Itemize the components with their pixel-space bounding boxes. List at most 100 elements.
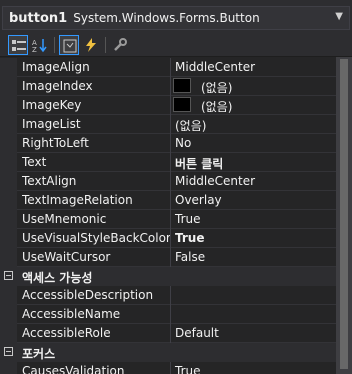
property-toolbar: A Z [0,33,352,57]
row-gutter [0,210,17,229]
property-value[interactable]: Overlay [175,193,222,207]
categorized-icon [12,40,26,51]
property-name: AccessibleName [22,307,121,321]
property-value[interactable]: 버튼 클릭 [175,155,223,172]
column-divider[interactable] [170,191,171,210]
svg-text:Z: Z [32,46,37,53]
properties-icon [63,39,77,53]
property-row-righttoleft[interactable]: RightToLeft No [0,134,336,153]
column-divider[interactable] [170,248,171,267]
column-divider[interactable] [170,77,171,96]
object-name: button1 [9,10,68,26]
row-gutter [0,77,17,96]
column-divider[interactable] [170,172,171,191]
column-divider[interactable] [170,153,171,172]
property-name: CausesValidation [22,364,125,374]
property-value[interactable]: True [175,212,201,226]
property-value[interactable]: MiddleCenter [175,174,255,188]
row-gutter [0,134,17,153]
row-gutter [0,229,17,248]
property-value[interactable]: True [175,364,201,374]
property-name: ImageList [22,117,81,131]
column-divider[interactable] [170,134,171,153]
property-row-usemnemonic[interactable]: UseMnemonic True [0,210,336,229]
property-pages-button[interactable] [110,35,130,55]
row-gutter [0,58,17,77]
property-value[interactable]: (없음) [175,117,206,134]
property-row-usewaitcursor[interactable]: UseWaitCursor False [0,248,336,267]
property-name: TextAlign [22,174,77,188]
column-divider[interactable] [170,362,171,374]
chevron-down-icon[interactable]: ▼ [335,11,343,22]
property-grid: ImageAlign MiddleCenter ImageIndex (없음) Imag… [0,57,336,374]
toolbar-separator [54,37,55,53]
property-row-causesvalidation[interactable]: CausesValidation True [0,362,336,374]
image-preview-swatch [173,78,191,93]
row-gutter [0,248,17,267]
object-selector[interactable]: button1 System.Windows.Forms.Button ▼ [2,6,350,30]
property-name: ImageIndex [22,79,93,93]
property-value[interactable]: MiddleCenter [175,60,255,74]
property-value[interactable]: (없음) [201,79,232,96]
property-name: UseWaitCursor [22,250,111,264]
property-row-usevisualstylebackcolor[interactable]: UseVisualStyleBackColor True [0,229,336,248]
property-row-imageindex[interactable]: ImageIndex (없음) [0,77,336,96]
row-gutter [0,191,17,210]
collapse-toggle-icon[interactable] [4,271,13,280]
property-value[interactable]: False [175,250,205,264]
property-value[interactable]: True [175,231,204,245]
image-preview-swatch [173,97,191,112]
property-name: AccessibleDescription [22,288,154,302]
property-value[interactable]: (없음) [201,98,232,115]
property-row-imagelist[interactable]: ImageList (없음) [0,115,336,134]
category-label: 포커스 [22,347,56,361]
property-row-textalign[interactable]: TextAlign MiddleCenter [0,172,336,191]
property-row-accessiblename[interactable]: AccessibleName [0,305,336,324]
property-name: AccessibleRole [22,326,111,340]
property-row-accessiblerole[interactable]: AccessibleRole Default [0,324,336,343]
column-divider[interactable] [170,305,171,324]
property-name: UseVisualStyleBackColor [22,231,170,245]
column-divider[interactable] [170,96,171,115]
property-name: ImageKey [22,98,82,112]
object-type: System.Windows.Forms.Button [73,11,260,25]
property-name: TextImageRelation [22,193,133,207]
property-name: UseMnemonic [22,212,107,226]
column-divider[interactable] [170,58,171,77]
column-divider[interactable] [170,286,171,305]
property-name: RightToLeft [22,136,89,150]
property-value[interactable]: Default [175,326,219,340]
property-row-imagealign[interactable]: ImageAlign MiddleCenter [0,58,336,77]
column-divider[interactable] [170,210,171,229]
row-gutter [0,305,17,324]
properties-button[interactable] [59,35,79,55]
category-header[interactable]: 포커스 [0,343,336,362]
property-name: ImageAlign [22,60,90,74]
scrollbar-thumb[interactable] [340,59,348,369]
property-value[interactable]: No [175,136,191,150]
category-header[interactable]: 액세스 가능성 [0,267,336,286]
row-gutter [0,324,17,343]
property-name: Text [22,155,47,169]
collapse-toggle-icon[interactable] [4,347,13,356]
row-gutter [0,153,17,172]
vertical-scrollbar[interactable] [336,57,352,374]
alphabetical-icon: A Z [32,39,47,53]
row-gutter [0,115,17,134]
property-grid-header: button1 System.Windows.Forms.Button ▼ [0,0,352,33]
categorized-button[interactable] [8,35,28,55]
column-divider[interactable] [170,115,171,134]
column-divider[interactable] [170,324,171,343]
property-row-textimagerelation[interactable]: TextImageRelation Overlay [0,191,336,210]
row-gutter [0,286,17,305]
category-label: 액세스 가능성 [22,271,93,285]
alphabetical-button[interactable]: A Z [30,35,50,55]
toolbar-separator [105,37,106,53]
column-divider[interactable] [170,229,171,248]
property-row-accessibledescription[interactable]: AccessibleDescription [0,286,336,305]
property-row-text[interactable]: Text 버튼 클릭 [0,153,336,172]
events-button[interactable] [81,35,101,55]
property-pages-icon [114,38,127,51]
property-row-imagekey[interactable]: ImageKey (없음) [0,96,336,115]
row-gutter [0,96,17,115]
